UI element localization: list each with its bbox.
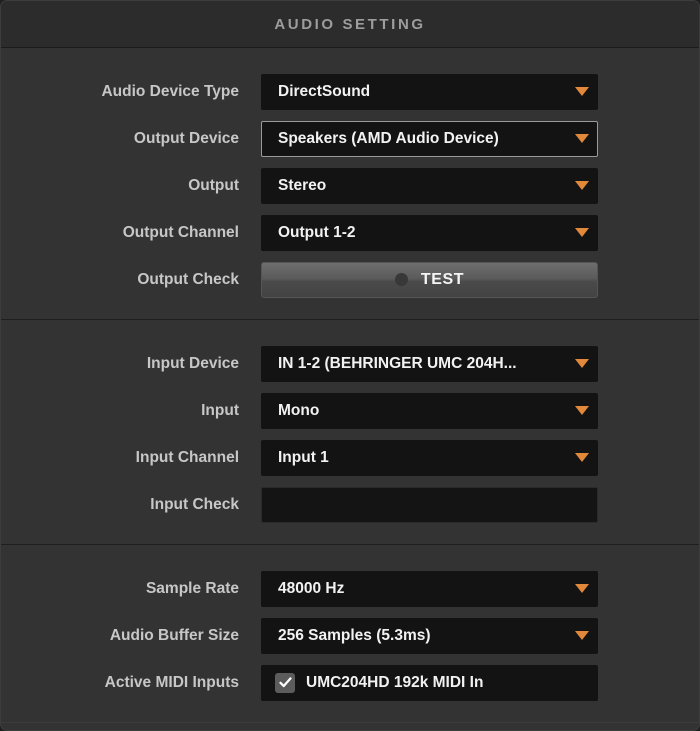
field-wrapper: Mono (261, 392, 598, 429)
settings-row: Input Channel Input 1 (1, 434, 699, 481)
input-section: Input Device IN 1-2 (BEHRINGER UMC 204H..… (1, 319, 699, 544)
dropdown-output[interactable]: Stereo (261, 167, 598, 204)
dropdown-audio-device-type[interactable]: DirectSound (261, 73, 598, 110)
dropdown-value: 48000 Hz (278, 579, 345, 597)
row-label: Input Check (150, 495, 239, 513)
dropdown-value: Input 1 (278, 448, 329, 466)
row-label: Output Device (133, 129, 239, 147)
row-label: Input (201, 401, 239, 419)
output-section: Audio Device Type DirectSound Output Devic… (1, 48, 699, 319)
settings-row: Output Stereo (1, 162, 699, 209)
checkmark-icon (278, 677, 292, 688)
field-wrapper: TEST (261, 261, 598, 298)
test-button-label: TEST (420, 270, 465, 288)
field-wrapper: Speakers (AMD Audio Device) (261, 120, 598, 157)
settings-row: Output Check TEST (1, 256, 699, 303)
titlebar: AUDIO SETTING (1, 1, 699, 48)
field-wrapper: UMC204HD 192k MIDI In (261, 664, 598, 701)
settings-sections: Audio Device Type DirectSound Output Devic… (1, 48, 699, 722)
dropdown-value: Speakers (AMD Audio Device) (278, 129, 499, 147)
field-wrapper: Output 1-2 (261, 214, 598, 251)
chevron-down-icon[interactable] (567, 584, 597, 593)
audio-setting-panel: AUDIO SETTING Audio Device Type DirectSou… (0, 0, 700, 731)
dropdown-value: 256 Samples (5.3ms) (278, 626, 431, 644)
dropdown-output-device[interactable]: Speakers (AMD Audio Device) (261, 120, 598, 157)
midi-input-checkbox[interactable] (275, 672, 295, 693)
chevron-down-icon[interactable] (567, 359, 597, 368)
chevron-down-icon[interactable] (567, 181, 597, 190)
row-label: Output (188, 176, 239, 194)
settings-row: Input Mono (1, 387, 699, 434)
row-label: Active MIDI Inputs (104, 673, 239, 691)
settings-row: Audio Buffer Size 256 Samples (5.3ms) (1, 612, 699, 659)
dropdown-input-channel[interactable]: Input 1 (261, 439, 598, 476)
field-wrapper (261, 486, 598, 523)
field-wrapper: 256 Samples (5.3ms) (261, 617, 598, 654)
dropdown-value: Output 1-2 (278, 223, 356, 241)
field-wrapper: DirectSound (261, 73, 598, 110)
midi-input-label: UMC204HD 192k MIDI In (306, 673, 484, 691)
field-wrapper: IN 1-2 (BEHRINGER UMC 204H... (261, 345, 598, 382)
dropdown-sample-rate[interactable]: 48000 Hz (261, 570, 598, 607)
dropdown-input-device[interactable]: IN 1-2 (BEHRINGER UMC 204H... (261, 345, 598, 382)
field-wrapper: 48000 Hz (261, 570, 598, 607)
chevron-down-icon[interactable] (567, 631, 597, 640)
settings-row: Input Check (1, 481, 699, 528)
settings-row: Sample Rate 48000 Hz (1, 565, 699, 612)
dropdown-value: Mono (278, 401, 320, 419)
dropdown-output-channel[interactable]: Output 1-2 (261, 214, 598, 251)
circle-icon (394, 273, 408, 286)
chevron-down-icon[interactable] (567, 406, 597, 415)
settings-row: Input Device IN 1-2 (BEHRINGER UMC 204H..… (1, 340, 699, 387)
chevron-down-icon[interactable] (567, 134, 597, 143)
dropdown-value: DirectSound (278, 82, 371, 100)
dropdown-value: IN 1-2 (BEHRINGER UMC 204H... (278, 354, 517, 372)
dropdown-audio-buffer-size[interactable]: 256 Samples (5.3ms) (261, 617, 598, 654)
row-label: Sample Rate (145, 579, 239, 597)
field-wrapper: Stereo (261, 167, 598, 204)
field-wrapper: Input 1 (261, 439, 598, 476)
chevron-down-icon[interactable] (567, 453, 597, 462)
chevron-down-icon[interactable] (567, 87, 597, 96)
row-label: Input Channel (135, 448, 239, 466)
row-label: Audio Device Type (101, 82, 239, 100)
settings-row: Output Channel Output 1-2 (1, 209, 699, 256)
input-level-meter (261, 486, 598, 523)
settings-row: Active MIDI Inputs UMC204HD 192k MIDI In (1, 659, 699, 706)
row-label: Output Channel (122, 223, 239, 241)
row-label: Audio Buffer Size (109, 626, 239, 644)
row-label: Output Check (137, 270, 239, 288)
test-button[interactable]: TEST (261, 261, 598, 298)
dropdown-input[interactable]: Mono (261, 392, 598, 429)
page-title: AUDIO SETTING (274, 15, 426, 33)
settings-row: Output Device Speakers (AMD Audio Device) (1, 115, 699, 162)
settings-row: Audio Device Type DirectSound (1, 68, 699, 115)
format-section: Sample Rate 48000 Hz Audio Buffer Size 256 … (1, 544, 699, 722)
row-label: Input Device (146, 354, 239, 372)
chevron-down-icon[interactable] (567, 228, 597, 237)
dropdown-value: Stereo (278, 176, 327, 194)
midi-input-item[interactable]: UMC204HD 192k MIDI In (261, 664, 598, 701)
